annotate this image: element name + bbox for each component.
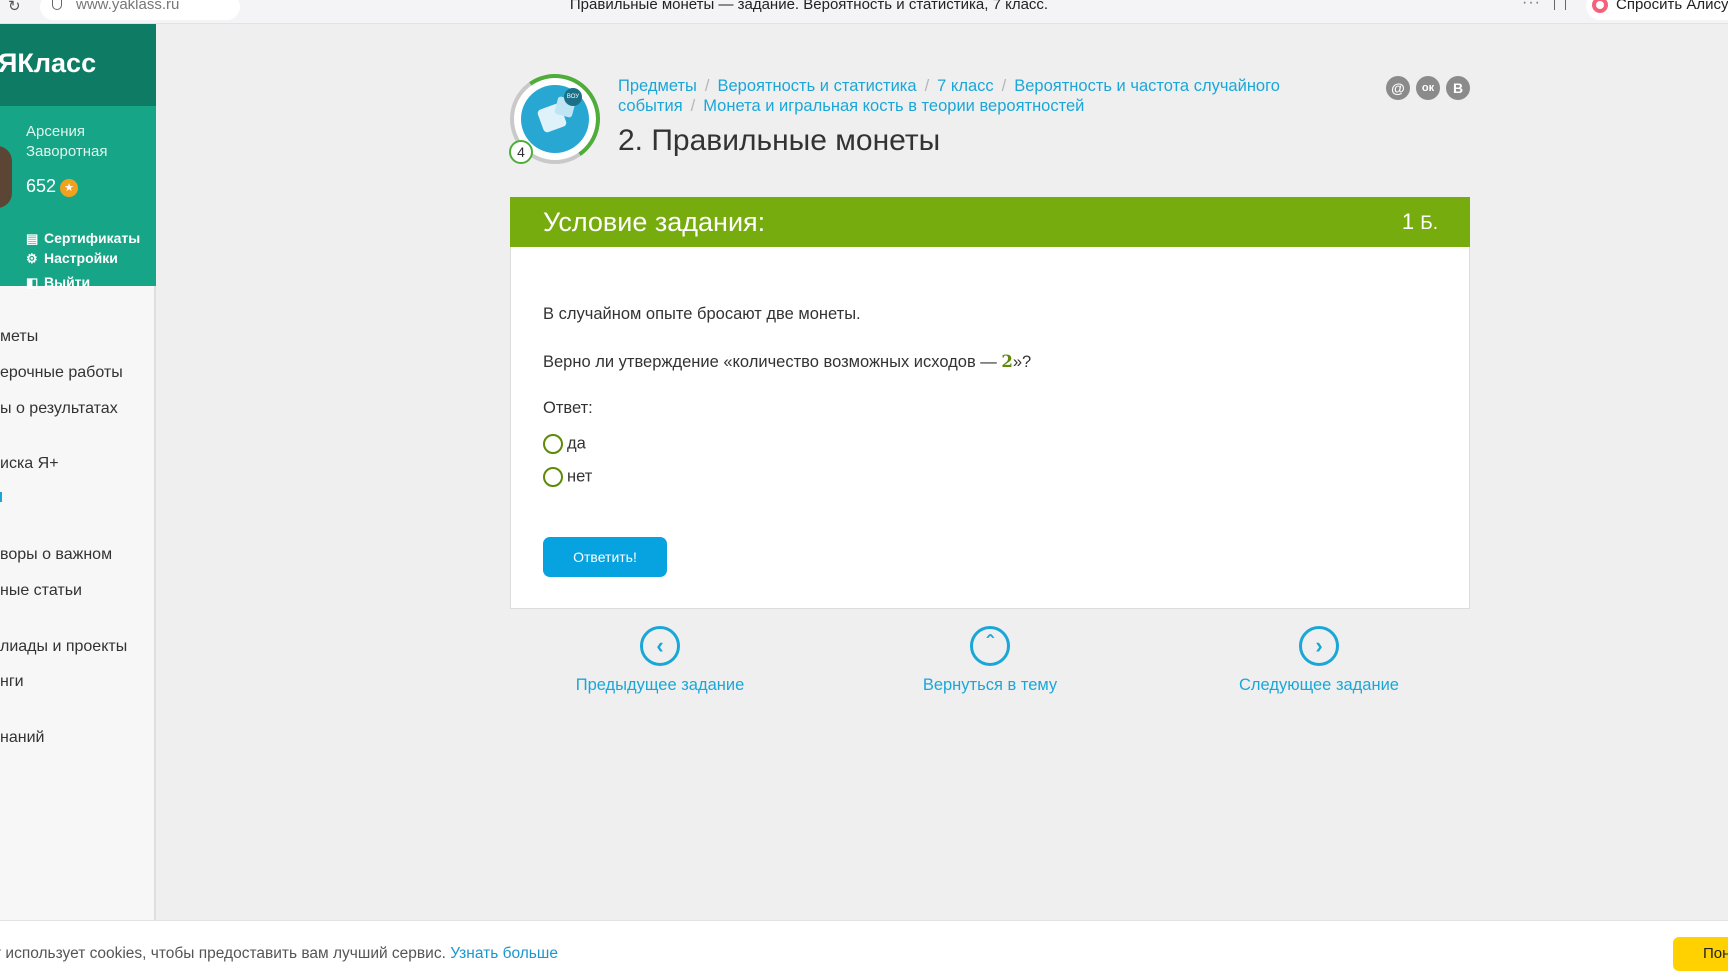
certificate-icon: ▤ <box>26 231 39 246</box>
logout-link[interactable]: ◧ Выйти <box>26 274 90 291</box>
breadcrumb-item[interactable]: Монета и игральная кость в теории вероят… <box>703 97 1084 115</box>
radio-no[interactable] <box>543 467 563 487</box>
ok-share-icon[interactable]: ок <box>1416 76 1440 100</box>
breadcrumb-separator: / <box>690 97 696 115</box>
bookmark-icon[interactable] <box>1554 0 1566 10</box>
task-header: Условие задания: 1 Б. <box>510 197 1470 247</box>
breadcrumb-separator: / <box>704 77 710 95</box>
next-task-label[interactable]: Следующее задание <box>1219 676 1419 695</box>
back-to-topic-label[interactable]: Вернуться в тему <box>890 676 1090 695</box>
page-title: 2. Правильные монеты <box>618 124 941 157</box>
avatar[interactable] <box>0 146 12 208</box>
vk-share-icon[interactable]: В <box>1446 76 1470 100</box>
cookie-accept-button[interactable]: Пон <box>1673 937 1728 971</box>
browser-toolbar: ↻ www.yaklass.ru Правильные монеты — зад… <box>0 0 1728 24</box>
user-name[interactable]: Арсения Заворотная <box>26 122 152 162</box>
sidebar: ЯКласс Арсения Заворотная 652 ★ ▤ Сертифи… <box>0 24 156 924</box>
answer-label: Ответ: <box>543 399 593 417</box>
breadcrumb-item[interactable]: Предметы <box>618 77 697 95</box>
breadcrumb-item[interactable]: 7 класс <box>937 77 993 95</box>
alice-label[interactable]: Спросить Алису <box>1616 0 1728 13</box>
option-yes[interactable]: да <box>543 434 586 454</box>
user-points: 652 <box>26 176 57 196</box>
cookie-learn-more-link[interactable]: Узнать больше <box>450 945 558 962</box>
topic-level: 4 <box>509 140 533 164</box>
settings-link[interactable]: ⚙ Настройки <box>26 250 118 267</box>
sidebar-link-marker[interactable] <box>0 492 2 502</box>
topic-badge: ВОУ <box>564 88 582 106</box>
sidebar-item-olympiads[interactable]: лиады и проекты <box>0 638 127 656</box>
chevron-right-icon[interactable]: › <box>1299 626 1339 666</box>
cookie-text: т использует cookies, чтобы предоставить… <box>0 945 558 962</box>
prev-task-label[interactable]: Предыдущее задание <box>560 676 760 695</box>
sidebar-item-subscription[interactable]: иска Я+ <box>0 455 59 473</box>
star-icon: ★ <box>60 179 78 197</box>
sidebar-item-ratings[interactable]: нги <box>0 673 24 691</box>
task-heading: Условие задания: <box>543 207 766 237</box>
prev-task-link[interactable]: ‹ Предыдущее задание <box>560 626 760 695</box>
gear-icon: ⚙ <box>26 251 38 266</box>
logout-icon: ◧ <box>26 275 39 290</box>
sidebar-item-articles[interactable]: ные статьи <box>0 582 82 600</box>
sidebar-item-important-talks[interactable]: воры о важном <box>0 546 112 564</box>
browser-tab-title: Правильные монеты — задание. Вероятность… <box>569 0 1049 13</box>
sidebar-item-reports[interactable]: ы о результатах <box>0 400 118 418</box>
task-statement: В случайном опыте бросают две монеты. <box>543 305 861 323</box>
sidebar-item-subjects[interactable]: меты <box>0 328 38 346</box>
mail-share-icon[interactable]: @ <box>1386 76 1410 100</box>
breadcrumb-item[interactable]: Вероятность и статистика <box>717 77 916 95</box>
next-task-link[interactable]: › Следующее задание <box>1219 626 1419 695</box>
option-no[interactable]: нет <box>543 467 592 487</box>
logo-box[interactable]: ЯКласс <box>0 24 156 106</box>
task-body: В случайном опыте бросают две монеты. Ве… <box>510 247 1470 609</box>
back-to-topic-link[interactable]: ˆ Вернуться в тему <box>890 626 1090 695</box>
chevron-up-icon[interactable]: ˆ <box>970 626 1010 666</box>
site-logo[interactable]: ЯКласс <box>0 48 96 79</box>
user-panel: Арсения Заворотная 652 ★ ▤ Сертификаты ⚙ Н… <box>0 106 156 290</box>
task-points: 1 Б. <box>1401 209 1438 234</box>
breadcrumb-separator: / <box>1001 77 1007 95</box>
submit-answer-button[interactable]: Ответить! <box>543 537 667 577</box>
cookie-banner: т использует cookies, чтобы предоставить… <box>0 920 1728 972</box>
chevron-left-icon[interactable]: ‹ <box>640 626 680 666</box>
radio-yes[interactable] <box>543 434 563 454</box>
more-menu-icon[interactable]: ··· <box>1522 0 1541 12</box>
certificates-link[interactable]: ▤ Сертификаты <box>26 230 140 247</box>
breadcrumb: Предметы / Вероятность и статистика / 7 клас… <box>618 76 1338 116</box>
breadcrumb-separator: / <box>924 77 930 95</box>
sidebar-item-knowledge[interactable]: наний <box>0 729 44 747</box>
sidebar-item-tests[interactable]: ерочные работы <box>0 364 123 382</box>
task-question: Верно ли утверждение «количество возможн… <box>543 352 1032 371</box>
